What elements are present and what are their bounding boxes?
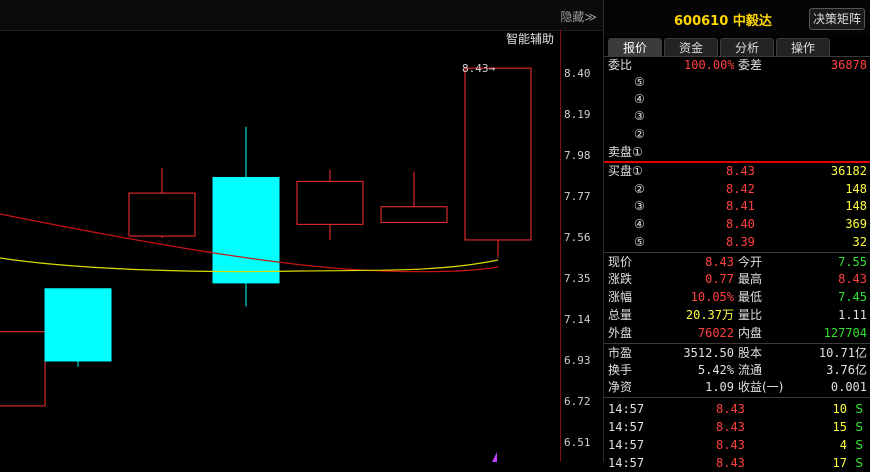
- fund-row-turnover: 换手 5.42% 流通 3.76亿: [608, 363, 867, 377]
- y-axis-tick: 8.19: [564, 108, 591, 121]
- sell-level-5: ⑤: [634, 75, 645, 89]
- candle[interactable]: [128, 167, 196, 238]
- y-axis-tick: 6.72: [564, 395, 591, 408]
- quote-header: 600610 中毅达 决策矩阵: [604, 0, 870, 36]
- candle-body: [0, 331, 46, 407]
- stock-name: 中毅达: [732, 14, 772, 29]
- decision-matrix-button[interactable]: 决策矩阵: [809, 8, 865, 30]
- candle[interactable]: [296, 169, 364, 240]
- sell-level-2: ②: [634, 127, 645, 141]
- tab-fund[interactable]: 资金: [664, 38, 718, 57]
- stat-row-current: 现价 8.43 今开 7.55: [608, 255, 867, 269]
- y-axis-tick: 7.56: [564, 231, 591, 244]
- volume-marker-icon: [492, 452, 497, 462]
- buy-level-1: 买盘① 8.43 36182: [608, 164, 867, 178]
- hide-button[interactable]: 隐藏≫: [560, 8, 597, 25]
- candle[interactable]: [464, 67, 532, 258]
- fund-row-nav: 净资 1.09 收益(一) 0.001: [608, 380, 867, 394]
- candle-body: [296, 180, 364, 225]
- ticks-divider: [604, 397, 870, 398]
- candle[interactable]: [44, 288, 112, 367]
- fund-divider: [604, 343, 870, 344]
- tick-row: 14:57 8.43 10 S: [608, 402, 863, 416]
- candle-body: [212, 176, 280, 284]
- y-axis-tick: 6.51: [564, 436, 591, 449]
- sell-level-4: ④: [634, 92, 645, 106]
- tick-row: 14:57 8.43 4 S: [608, 438, 863, 452]
- candle[interactable]: [0, 331, 46, 407]
- candle[interactable]: [212, 126, 280, 307]
- y-axis-tick: 7.77: [564, 190, 591, 203]
- weibi-label: 委比: [608, 58, 633, 72]
- stat-row-pct: 涨幅 10.05% 最低 7.45: [608, 290, 867, 304]
- fund-row-pe: 市盈 3512.50 股本 10.71亿: [608, 346, 867, 360]
- stat-row-outer-inner: 外盘 76022 内盘 127704: [608, 326, 867, 340]
- kline-chart-area[interactable]: 隐藏≫ 智能辅助 8.43→ 8.40 8.19 7.98 7.77 7.56 7.35 7…: [0, 0, 603, 462]
- quote-panel: 600610 中毅达 决策矩阵 报价 资金 分析 操作 委比 100.00% 委…: [603, 0, 870, 470]
- tick-row: 14:57 8.43 15 S: [608, 420, 863, 434]
- y-axis-tick: 8.40: [564, 67, 591, 80]
- candle-body: [128, 192, 196, 237]
- sell-level-1: 卖盘①: [608, 145, 643, 159]
- last-price-marker: 8.43→: [462, 62, 496, 75]
- y-axis-tick: 7.14: [564, 313, 591, 326]
- y-axis-divider: [560, 30, 561, 462]
- candle-body: [464, 67, 532, 241]
- buy-level-4: ④ 8.40 369: [634, 217, 867, 231]
- candle-body: [44, 288, 112, 362]
- tab-operation[interactable]: 操作: [776, 38, 830, 57]
- weicha-value: 36878: [830, 58, 867, 72]
- buy-level-5: ⑤ 8.39 32: [634, 235, 867, 249]
- tab-quote[interactable]: 报价: [608, 38, 662, 57]
- y-axis-tick: 6.93: [564, 354, 591, 367]
- stat-row-volume: 总量 20.37万 量比 1.11: [608, 308, 867, 322]
- candle-body: [380, 206, 448, 223]
- sell-level-3: ③: [634, 109, 645, 123]
- weibi-value: 100.00%: [684, 58, 735, 72]
- weibi-row: 委比 100.00% 委差 36878: [604, 57, 870, 74]
- buy-level-2: ② 8.42 148: [634, 182, 867, 196]
- y-axis-tick: 7.98: [564, 149, 591, 162]
- weicha-label: 委差: [738, 58, 763, 72]
- y-axis-tick: 7.35: [564, 272, 591, 285]
- tab-analysis[interactable]: 分析: [720, 38, 774, 57]
- tick-row: 14:57 8.43 17 S: [608, 456, 863, 470]
- candle[interactable]: [380, 171, 448, 223]
- stats-divider: [604, 252, 870, 253]
- stat-row-change: 涨跌 0.77 最高 8.43: [608, 272, 867, 286]
- stock-title: 600610 中毅达: [674, 10, 772, 29]
- buy-level-3: ③ 8.41 148: [634, 199, 867, 213]
- stock-code: 600610: [674, 14, 729, 29]
